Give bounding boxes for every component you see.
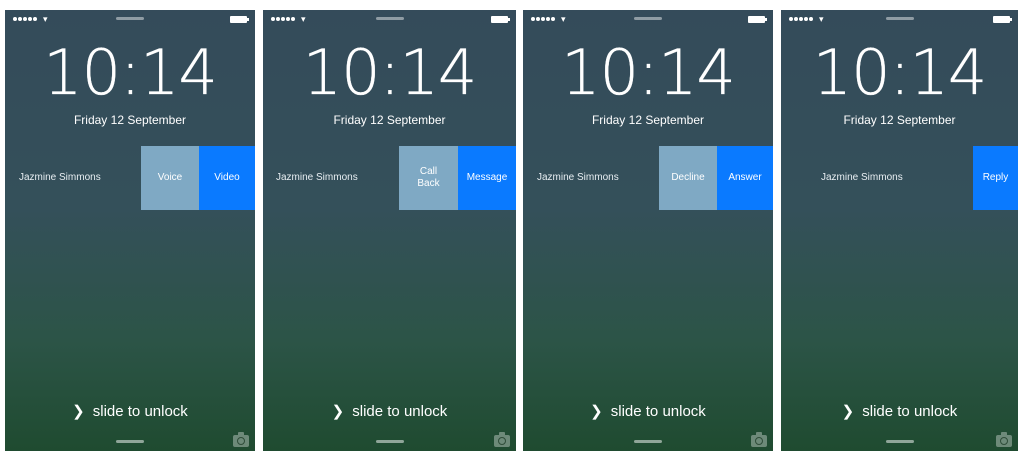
chevron-right-icon: ❯ xyxy=(331,403,345,420)
slide-to-unlock-label: slide to unlock xyxy=(610,403,706,420)
notification-row[interactable]: Jazmine Simmons Call Back Message xyxy=(263,146,516,210)
wifi-icon: ▾ xyxy=(301,14,306,24)
caller-name: Jazmine Simmons xyxy=(19,172,101,183)
notification-center-grabber[interactable] xyxy=(375,17,404,20)
lock-screen-2: ▾ 10:14 Friday 12 September Jazmine Simm… xyxy=(263,10,516,451)
slide-to-unlock[interactable]: ❯ slide to unlock xyxy=(5,402,255,420)
caller-name: Jazmine Simmons xyxy=(821,172,903,183)
clock-time: 10:14 xyxy=(812,36,988,109)
signal-dots-icon xyxy=(531,17,555,21)
camera-icon[interactable] xyxy=(996,432,1012,447)
signal-dots-icon xyxy=(271,17,295,21)
control-center-grabber[interactable] xyxy=(634,440,662,443)
notification-row[interactable]: Jazmine Simmons Reply xyxy=(781,146,1018,210)
chevron-right-icon: ❯ xyxy=(841,403,855,420)
clock-time: 10:14 xyxy=(302,36,478,109)
lock-screen-4: ▾ 10:14 Friday 12 September Jazmine Simm… xyxy=(781,10,1018,451)
clock-time: 10:14 xyxy=(43,36,218,109)
notification-row[interactable]: Jazmine Simmons Voice Video xyxy=(5,146,255,210)
slide-to-unlock[interactable]: ❯ slide to unlock xyxy=(781,402,1018,420)
signal-dots-icon xyxy=(13,17,37,21)
battery-icon xyxy=(748,16,767,23)
wifi-icon: ▾ xyxy=(561,14,566,24)
caller-name: Jazmine Simmons xyxy=(276,172,358,183)
slide-to-unlock-label: slide to unlock xyxy=(352,403,448,420)
notification-center-grabber[interactable] xyxy=(885,17,914,20)
notification-row[interactable]: Jazmine Simmons Decline Answer xyxy=(523,146,773,210)
video-button[interactable]: Video xyxy=(199,146,255,210)
slide-to-unlock[interactable]: ❯ slide to unlock xyxy=(263,402,516,420)
clock-date: Friday 12 September xyxy=(843,113,956,127)
chevron-right-icon: ❯ xyxy=(590,403,603,420)
caller-name: Jazmine Simmons xyxy=(537,172,619,183)
voice-button[interactable]: Voice xyxy=(141,146,199,210)
decline-button[interactable]: Decline xyxy=(659,146,717,210)
notification-center-grabber[interactable] xyxy=(116,17,144,20)
control-center-grabber[interactable] xyxy=(885,440,914,443)
clock-time: 10:14 xyxy=(561,36,736,109)
battery-icon xyxy=(230,16,249,23)
slide-to-unlock-label: slide to unlock xyxy=(92,403,188,420)
camera-icon[interactable] xyxy=(233,432,249,447)
wifi-icon: ▾ xyxy=(43,14,48,24)
lock-screen-1: ▾ 10:14 Friday 12 September Jazmine Simm… xyxy=(5,10,255,451)
lock-screen-3: ▾ 10:14 Friday 12 September Jazmine Simm… xyxy=(523,10,773,451)
signal-dots-icon xyxy=(789,17,813,21)
answer-button[interactable]: Answer xyxy=(717,146,773,210)
chevron-right-icon: ❯ xyxy=(72,403,85,420)
battery-icon xyxy=(491,16,510,23)
camera-icon[interactable] xyxy=(751,432,767,447)
slide-to-unlock-label: slide to unlock xyxy=(862,403,958,420)
clock-date: Friday 12 September xyxy=(73,113,187,127)
clock-date: Friday 12 September xyxy=(333,113,446,127)
reply-button[interactable]: Reply xyxy=(973,146,1018,210)
camera-icon[interactable] xyxy=(494,432,510,447)
control-center-grabber[interactable] xyxy=(116,440,144,443)
wifi-icon: ▾ xyxy=(819,14,824,24)
notification-center-grabber[interactable] xyxy=(634,17,662,20)
control-center-grabber[interactable] xyxy=(375,440,404,443)
battery-icon xyxy=(993,16,1012,23)
slide-to-unlock[interactable]: ❯ slide to unlock xyxy=(523,402,773,420)
message-button[interactable]: Message xyxy=(458,146,516,210)
call-back-button[interactable]: Call Back xyxy=(399,146,458,210)
clock-date: Friday 12 September xyxy=(591,113,705,127)
